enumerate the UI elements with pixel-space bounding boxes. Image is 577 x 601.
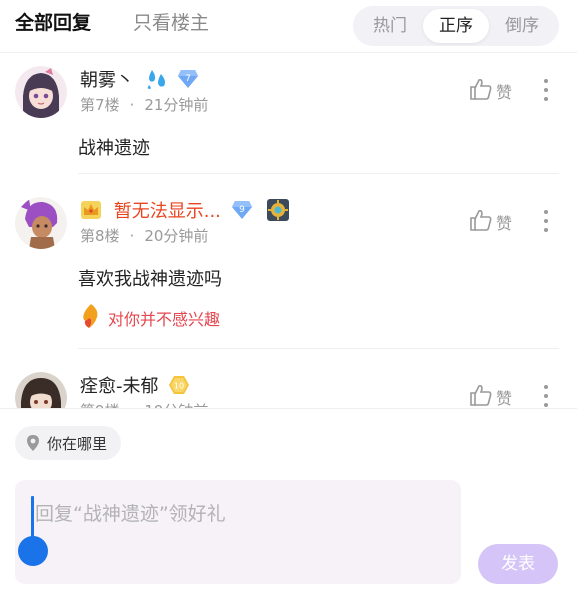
username-text: 痊愈-未郁 [80, 376, 159, 397]
level-badge: 9 [231, 200, 253, 225]
like-label: 赞 [496, 83, 513, 102]
cursor-handle[interactable] [18, 536, 48, 566]
avatar[interactable] [15, 197, 67, 249]
text-cursor [31, 496, 34, 540]
tab-op-only[interactable]: 只看楼主 [133, 8, 209, 35]
comment-meta: 第8楼 · 20分钟前 [80, 227, 209, 245]
sweat-drops-icon [146, 68, 170, 95]
svg-text:10: 10 [174, 381, 184, 390]
username[interactable]: 暂无法显示... 9 [80, 197, 290, 227]
tab-all-replies[interactable]: 全部回复 [15, 8, 91, 35]
more-options-icon[interactable] [538, 382, 554, 410]
avatar[interactable] [15, 66, 67, 118]
tag-text: 对你并不感兴趣 [108, 310, 221, 329]
post-time: 20分钟前 [144, 227, 209, 245]
username-text: 暂无法显示... [113, 201, 221, 222]
like-label: 赞 [496, 214, 513, 233]
sort-ascending-button[interactable]: 正序 [423, 9, 489, 43]
location-label: 你在哪里 [47, 434, 108, 453]
location-chip[interactable]: 你在哪里 [15, 426, 122, 460]
level-badge: 7 [177, 69, 199, 94]
more-options-icon[interactable] [538, 76, 554, 104]
like-label: 赞 [496, 389, 513, 408]
comment-text: 喜欢我战神遗迹吗 [78, 269, 222, 290]
reply-input[interactable]: 回复“战神遗迹”领好礼 [15, 480, 461, 584]
comment-item: 暂无法显示... 9 第8楼 · 20分钟前 喜欢我战神遗迹吗 对你并不感兴趣 … [0, 197, 577, 349]
thumbs-up-icon [469, 77, 493, 105]
reply-composer: 你在哪里 回复“战神遗迹”领好礼 发表 [0, 409, 577, 601]
username-text: 朝雾丶 [80, 70, 134, 91]
comment-divider [78, 348, 559, 349]
comment-tag: 对你并不感兴趣 [80, 303, 220, 333]
thumbs-up-icon [469, 208, 493, 236]
reply-tabs-bar: 全部回复 只看楼主 热门 正序 倒序 [0, 0, 577, 52]
svg-text:9: 9 [239, 205, 245, 215]
sort-toggle: 热门 正序 倒序 [353, 6, 559, 46]
like-button[interactable]: 赞 [469, 384, 512, 410]
location-pin-icon [25, 434, 41, 452]
flame-icon [80, 303, 102, 333]
sort-hot-button[interactable]: 热门 [357, 9, 423, 43]
username[interactable]: 痊愈-未郁 10 [80, 372, 190, 400]
comment-meta: 第7楼 · 21分钟前 [80, 96, 209, 114]
crown-icon [80, 200, 102, 225]
level-badge: 10 [168, 375, 190, 400]
reply-placeholder: 回复“战神遗迹”领好礼 [35, 503, 226, 525]
floor-number: 第7楼 [80, 96, 120, 114]
header-divider [0, 52, 577, 53]
floor-number: 第8楼 [80, 227, 120, 245]
like-button[interactable]: 赞 [469, 209, 512, 235]
svg-text:7: 7 [186, 74, 192, 84]
send-button[interactable]: 发表 [478, 544, 558, 584]
post-time: 21分钟前 [144, 96, 209, 114]
comment-divider [78, 173, 559, 174]
username[interactable]: 朝雾丶 7 [80, 66, 199, 95]
more-options-icon[interactable] [538, 207, 554, 235]
gear-badge-icon [266, 198, 290, 227]
comment-text: 战神遗迹 [78, 138, 150, 159]
like-button[interactable]: 赞 [469, 78, 512, 104]
sort-descending-button[interactable]: 倒序 [489, 9, 555, 43]
comment-item: 朝雾丶 7 第7楼 · 21分钟前 战神遗迹 赞 [0, 66, 577, 174]
comment-item: 痊愈-未郁 10 第9楼·19分钟前 赞 [0, 372, 577, 424]
thumbs-up-icon [469, 383, 493, 411]
